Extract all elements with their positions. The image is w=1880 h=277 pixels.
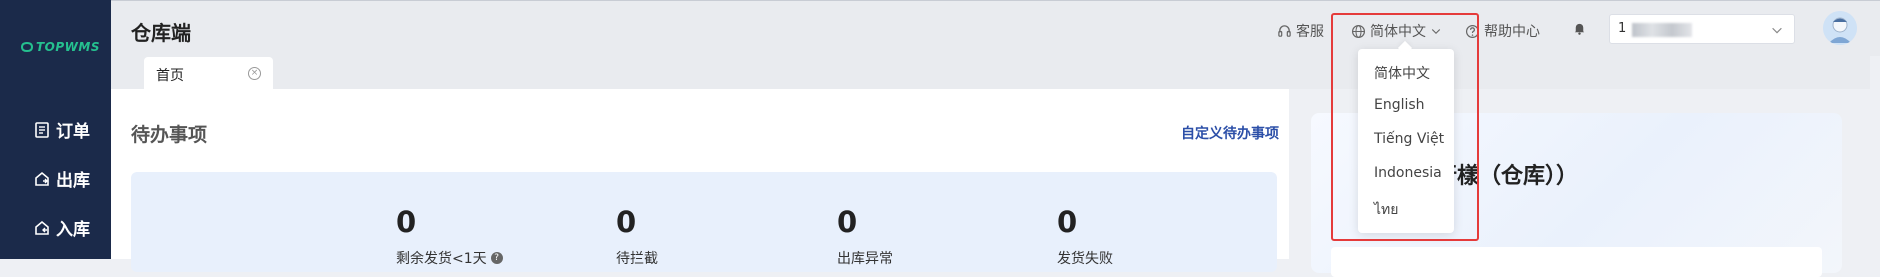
language-label: 简体中文 — [1370, 24, 1426, 40]
sidebar-item-outbound[interactable]: 出库 — [34, 166, 90, 191]
stat-label: 剩余发货<1天 — [396, 251, 487, 267]
language-option-th[interactable]: ไทย — [1374, 199, 1398, 221]
stat-label: 发货失败 — [1057, 251, 1113, 267]
help-center-label: 帮助中心 — [1484, 24, 1540, 40]
notification-button[interactable] — [1572, 21, 1587, 36]
close-icon[interactable]: × — [248, 67, 261, 80]
stat-value: 0 — [1057, 205, 1078, 239]
language-switch-button[interactable]: 简体中文 — [1351, 21, 1442, 41]
sidebar-item-label: 入库 — [56, 220, 90, 240]
user-select-value: 1 — [1618, 21, 1627, 36]
stat-value: 0 — [837, 205, 858, 239]
custom-todo-link[interactable]: 自定义待办事项 — [1181, 123, 1279, 143]
main-content: 待办事项 自定义待办事项 0 剩余发货<1天 ? 0 待拦截 0 出库异常 0 … — [111, 89, 1880, 277]
avatar[interactable] — [1823, 11, 1857, 45]
tab-label: 首页 — [156, 68, 184, 84]
stat-value: 0 — [616, 205, 637, 239]
top-bar: 仓库端 客服 简体中文 帮助中心 1 — [111, 0, 1880, 57]
sidebar-item-label: 订单 — [56, 122, 90, 142]
language-option-en[interactable]: English — [1374, 97, 1425, 113]
todo-stats-panel: 0 剩余发货<1天 ? 0 待拦截 0 出库异常 0 发货失败 — [131, 172, 1277, 272]
redacted-text — [1632, 23, 1692, 37]
inbound-icon — [35, 220, 49, 235]
stat-outbound-exception[interactable]: 0 出库异常 — [837, 204, 893, 268]
sidebar-item-orders[interactable]: 订单 — [34, 117, 90, 142]
logo: TOPWMS — [20, 40, 100, 54]
bell-icon — [1574, 23, 1585, 35]
stat-ship-failed[interactable]: 0 发货失败 — [1057, 204, 1113, 268]
welcome-inner-panel — [1331, 247, 1822, 277]
language-option-vi[interactable]: Tiếng Việt — [1374, 131, 1444, 147]
customer-service-button[interactable]: 客服 — [1277, 21, 1324, 41]
welcome-title: 行樣（仓库）） — [1435, 164, 1579, 189]
language-option-id[interactable]: Indonesia — [1374, 165, 1442, 181]
todo-card: 待办事项 自定义待办事项 0 剩余发货<1天 ? 0 待拦截 0 出库异常 0 … — [111, 89, 1289, 272]
chevron-down-icon — [1772, 27, 1782, 34]
todo-title: 待办事项 — [131, 124, 208, 146]
stat-pending-intercept[interactable]: 0 待拦截 — [616, 204, 658, 268]
sidebar-item-inbound[interactable]: 入库 — [34, 215, 90, 240]
tab-strip: 首页 × — [111, 56, 1880, 89]
user-select[interactable]: 1 — [1609, 14, 1795, 44]
right-edge — [1870, 56, 1880, 259]
language-dropdown: 简体中文 English Tiếng Việt Indonesia ไทย — [1358, 40, 1454, 233]
chevron-down-icon — [1431, 29, 1441, 35]
customer-service-label: 客服 — [1296, 24, 1324, 40]
globe-icon — [1351, 24, 1366, 38]
order-icon — [35, 121, 49, 138]
sidebar-item-label: 出库 — [56, 171, 90, 191]
question-circle-icon — [1465, 24, 1480, 38]
stat-label: 出库异常 — [837, 251, 893, 267]
headset-icon — [1278, 24, 1291, 37]
help-center-button[interactable]: 帮助中心 — [1465, 21, 1540, 41]
app-title: 仓库端 — [131, 21, 191, 45]
stat-label: 待拦截 — [616, 251, 658, 267]
outbound-icon — [35, 171, 49, 186]
language-option-zh[interactable]: 简体中文 — [1374, 63, 1430, 83]
stat-value: 0 — [396, 205, 417, 239]
topwms-logo-icon — [20, 41, 34, 53]
sidebar: TOPWMS 订单 出库 入库 — [0, 0, 111, 259]
stat-remaining-ship[interactable]: 0 剩余发货<1天 ? — [396, 204, 503, 268]
tab-home[interactable]: 首页 × — [144, 57, 273, 89]
user-avatar-icon — [1823, 11, 1857, 45]
logo-text: TOPWMS — [36, 40, 101, 54]
question-icon[interactable]: ? — [490, 252, 503, 264]
